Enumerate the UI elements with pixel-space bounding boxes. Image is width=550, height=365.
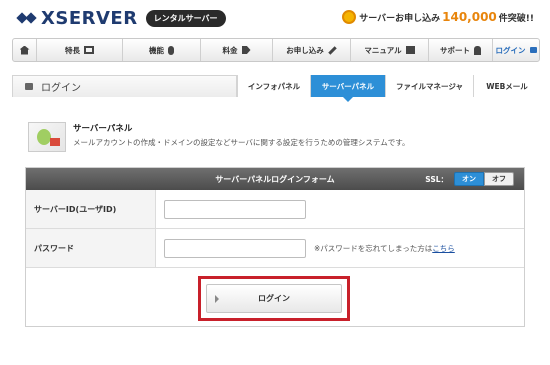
tag-icon: [241, 46, 251, 54]
nav-item-manual[interactable]: マニュアル: [351, 39, 429, 61]
xserver-logo[interactable]: XSERVER レンタルサーバー: [16, 7, 226, 29]
login-button-area: ログイン: [26, 268, 524, 327]
nav-label: 特長: [65, 45, 80, 55]
page-title: ログイン: [12, 75, 237, 97]
lock-icon: [529, 47, 537, 53]
promo-prefix: サーバーお申し込み: [359, 13, 441, 24]
ssl-off-button[interactable]: オフ: [484, 172, 514, 186]
form-title: サーバーパネルログインフォーム: [215, 174, 335, 184]
login-form: サーバーパネルログインフォーム SSL： オン オフ サーバーID(ユーザID)…: [25, 167, 525, 327]
lock-icon: [25, 83, 33, 90]
panel-tab-bar: ログイン インフォパネル サーバーパネル ファイルマネージャ WEBメール: [12, 75, 540, 102]
nav-item-support[interactable]: サポート: [429, 39, 493, 61]
rental-server-badge: レンタルサーバー: [145, 9, 226, 27]
nav-item-features[interactable]: 特長: [37, 39, 123, 61]
server-panel-intro: サーバーパネル メールアカウントの作成・ドメインの設定などサーバに関する設定を行…: [28, 122, 409, 152]
nav-item-home[interactable]: [13, 39, 37, 61]
nav-item-functions[interactable]: 機能: [123, 39, 201, 61]
intro-title: サーバーパネル: [73, 124, 133, 134]
forgot-password-prefix: ※パスワードを忘れてしまった方は: [314, 243, 433, 253]
nav-label: ログイン: [495, 45, 526, 55]
intro-description: メールアカウントの作成・ドメインの設定などサーバに関する設定を行うための管理シス…: [73, 138, 410, 147]
server-id-input[interactable]: [164, 199, 306, 219]
nav-label: 料金: [222, 45, 238, 55]
main-nav: 特長 機能 料金 お申し込み マニュアル サポート ログイン: [12, 38, 540, 62]
tab-server-panel[interactable]: サーバーパネル: [310, 75, 385, 102]
highlight-frame: ログイン: [198, 276, 350, 321]
panel-tabs: インフォパネル サーバーパネル ファイルマネージャ WEBメール: [237, 75, 540, 102]
nav-label: 機能: [149, 45, 164, 55]
nav-item-login[interactable]: ログイン: [493, 39, 539, 61]
login-button-label: ログイン: [258, 294, 290, 303]
tab-info-panel[interactable]: インフォパネル: [237, 75, 310, 97]
login-button[interactable]: ログイン: [206, 284, 342, 313]
logo-mark-icon: [16, 8, 38, 28]
nav-label: お申し込み: [286, 45, 324, 55]
mouse-icon: [168, 45, 174, 55]
ssl-on-button[interactable]: オン: [454, 172, 484, 186]
nav-item-pricing[interactable]: 料金: [201, 39, 273, 61]
forgot-password-note: ※パスワードを忘れてしまった方はこちら: [314, 243, 455, 254]
medal-icon: [342, 10, 357, 24]
page-title-text: ログイン: [41, 83, 81, 94]
tab-file-manager[interactable]: ファイルマネージャ: [385, 75, 473, 97]
server-panel-illustration: [28, 122, 66, 152]
home-icon: [19, 45, 30, 55]
arrow-right-icon: [215, 295, 219, 303]
forgot-password-link[interactable]: こちら: [432, 244, 455, 253]
form-header: サーバーパネルログインフォーム SSL： オン オフ: [26, 168, 524, 190]
pen-icon: [328, 45, 337, 55]
book-icon: [405, 46, 415, 54]
server-id-label: サーバーID(ユーザID): [26, 190, 156, 228]
promo-count: 140,000: [442, 10, 497, 24]
promo-banner: サーバーお申し込み 140,000 件突破!!: [342, 10, 534, 24]
ssl-toggle: SSL： オン オフ: [425, 172, 514, 186]
ssl-label: SSL：: [425, 174, 448, 184]
logo-text: XSERVER: [41, 7, 138, 29]
user-icon: [474, 45, 481, 55]
server-id-row: サーバーID(ユーザID): [26, 190, 524, 229]
nav-label: マニュアル: [364, 45, 402, 55]
nav-label: サポート: [440, 45, 470, 55]
promo-suffix: 件突破!!: [498, 13, 534, 24]
password-input[interactable]: [164, 238, 306, 258]
password-row: パスワード ※パスワードを忘れてしまった方はこちら: [26, 229, 524, 268]
password-label: パスワード: [26, 229, 156, 267]
tab-webmail[interactable]: WEBメール: [473, 75, 540, 97]
nav-item-signup[interactable]: お申し込み: [273, 39, 351, 61]
monitor-icon: [84, 46, 94, 54]
